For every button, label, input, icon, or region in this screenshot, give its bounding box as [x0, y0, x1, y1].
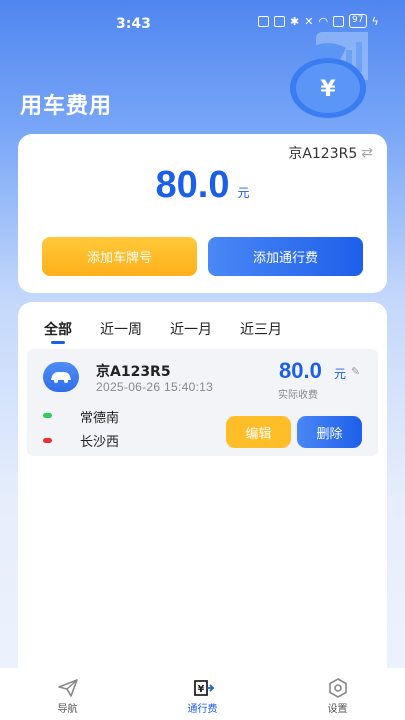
swap-icon[interactable]: ⇄ — [361, 145, 373, 161]
tab-three-months[interactable]: 近三月 — [240, 319, 282, 339]
nav-label: 设置 — [327, 704, 348, 715]
nav-label: 导航 — [57, 704, 78, 715]
start-station: 常德南 — [80, 411, 120, 426]
record-time: 2025-06-26 15:40:13 — [96, 380, 214, 394]
bluetooth-icon: ✱ — [290, 14, 300, 28]
svg-text:¥: ¥ — [320, 77, 336, 102]
plate-switcher[interactable]: 京A123R5 ⇄ — [288, 143, 373, 163]
car-icon — [43, 362, 79, 392]
alert-icon — [333, 15, 345, 27]
current-plate: 京A123R5 — [288, 146, 358, 162]
total-amount: 80.0 — [155, 164, 230, 206]
add-toll-button[interactable]: 添加通行费 — [208, 237, 363, 276]
nav-label: 通行费 — [187, 704, 218, 715]
money-bag-illustration: ¥ — [290, 32, 368, 118]
record-unit: 元 — [334, 367, 347, 381]
record-plate: 京A123R5 — [96, 364, 171, 380]
pencil-icon[interactable]: ✎ — [351, 365, 360, 378]
add-plate-button[interactable]: 添加车牌号 — [42, 237, 197, 276]
end-dot-icon — [43, 438, 52, 443]
tab-all[interactable]: 全部 — [44, 319, 72, 344]
tab-month[interactable]: 近一月 — [170, 319, 212, 339]
alarm-icon — [274, 15, 285, 27]
summary-card: 京A123R5 ⇄ 80.0 元 添加车牌号 添加通行费 — [18, 134, 387, 293]
nav-item-navigation[interactable]: 导航 — [0, 668, 135, 720]
mute-icon: ✕ — [304, 14, 314, 28]
nfc-icon — [258, 15, 269, 27]
nav-item-toll[interactable]: ¥ 通行费 — [135, 668, 270, 720]
record-amount: 80.0 — [279, 358, 322, 383]
records-card: 全部 近一周 近一月 近三月 京A123R5 2025-06-26 15:40:… — [18, 302, 387, 682]
svg-text:¥: ¥ — [197, 684, 204, 695]
wifi-icon: ◠ — [318, 14, 329, 28]
page-title: 用车费用 — [20, 94, 113, 119]
list-item[interactable]: 京A123R5 2025-06-26 15:40:13 80.0 元 ✎ 实际收… — [27, 349, 378, 456]
status-time: 3:43 — [116, 16, 151, 32]
start-dot-icon — [43, 413, 52, 418]
total-row: 80.0 元 — [18, 164, 387, 207]
settings-icon — [328, 678, 347, 698]
total-unit: 元 — [237, 186, 250, 200]
yuan-toll-icon: ¥ — [193, 680, 214, 696]
edit-button[interactable]: 编辑 — [226, 416, 291, 448]
nav-item-settings[interactable]: 设置 — [270, 668, 405, 720]
status-icons: ✱ ✕ ◠ 97 ϟ — [258, 14, 379, 28]
bottom-nav: 导航 ¥ 通行费 设置 — [0, 668, 405, 720]
filter-tabs: 全部 近一周 近一月 近三月 — [44, 319, 310, 344]
record-amount-label: 实际收费 — [278, 390, 318, 401]
charging-icon: ϟ — [371, 14, 379, 28]
battery-icon: 97 — [349, 14, 367, 28]
send-icon — [57, 679, 78, 697]
tab-week[interactable]: 近一周 — [100, 319, 142, 339]
end-station: 长沙西 — [80, 435, 120, 450]
delete-button[interactable]: 删除 — [297, 416, 362, 448]
